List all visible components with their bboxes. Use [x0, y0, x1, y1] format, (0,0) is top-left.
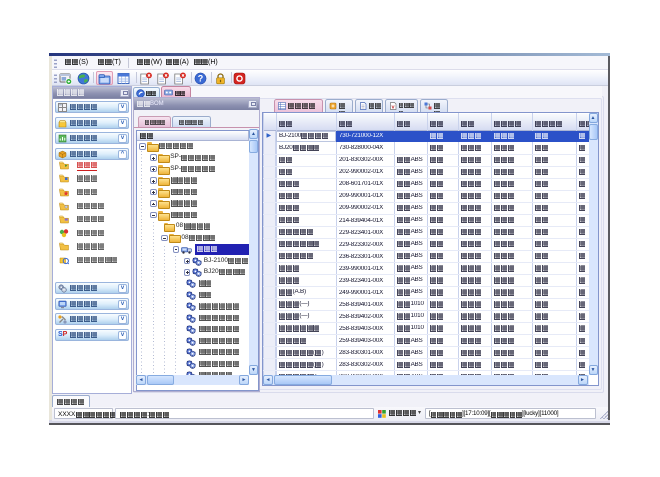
svg-text:?: ?	[198, 73, 204, 83]
